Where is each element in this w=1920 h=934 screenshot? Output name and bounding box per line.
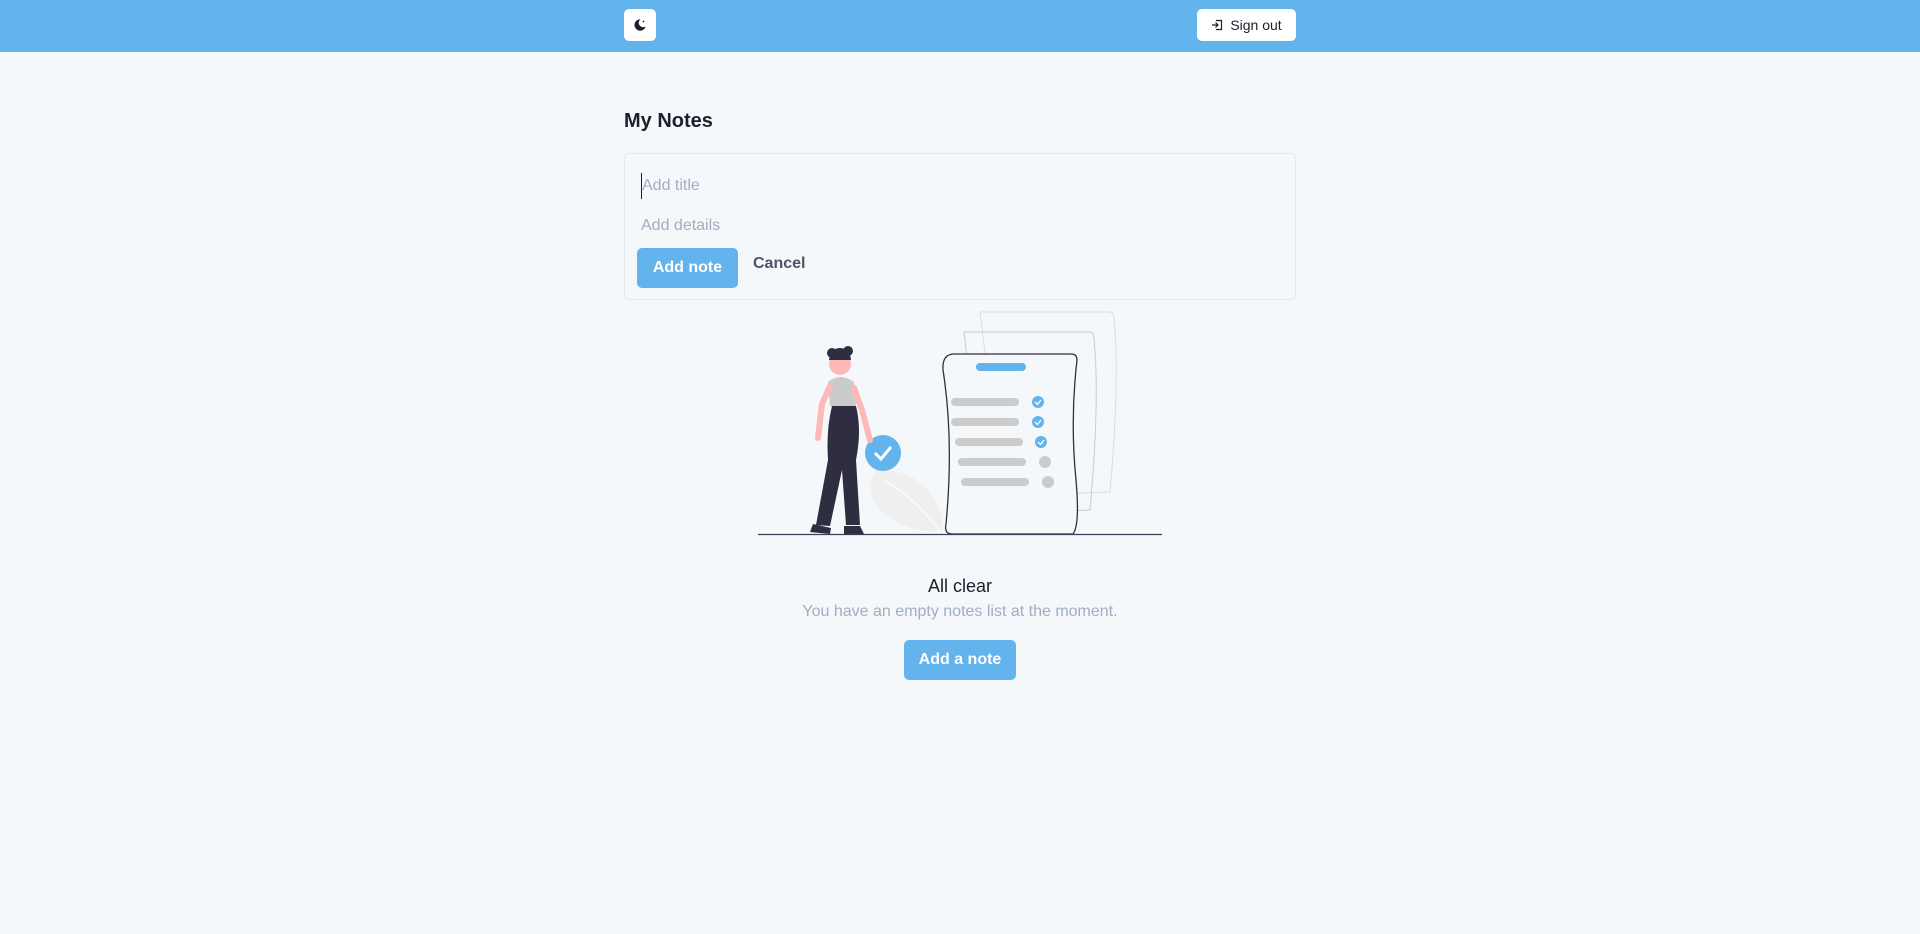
moon-icon bbox=[634, 19, 646, 31]
add-a-note-button[interactable]: Add a note bbox=[904, 640, 1016, 680]
page-title: My Notes bbox=[624, 110, 713, 132]
note-title-input[interactable] bbox=[641, 173, 1271, 199]
empty-state-title: All clear bbox=[927, 576, 993, 596]
sign-out-label: Sign out bbox=[1230, 17, 1282, 33]
empty-state-subtitle: You have an empty notes list at the mome… bbox=[802, 603, 1118, 620]
note-details-input[interactable] bbox=[641, 213, 1271, 239]
add-note-button[interactable]: Add note bbox=[637, 248, 738, 288]
sign-out-button[interactable]: Sign out bbox=[1197, 9, 1296, 41]
cancel-button[interactable]: Cancel bbox=[753, 255, 805, 279]
new-note-form: Add note Cancel bbox=[624, 153, 1296, 300]
theme-toggle-button[interactable] bbox=[624, 9, 656, 41]
empty-notes-illustration bbox=[758, 311, 1162, 536]
top-nav-bar: Sign out bbox=[0, 0, 1920, 52]
sign-out-icon bbox=[1212, 19, 1223, 31]
